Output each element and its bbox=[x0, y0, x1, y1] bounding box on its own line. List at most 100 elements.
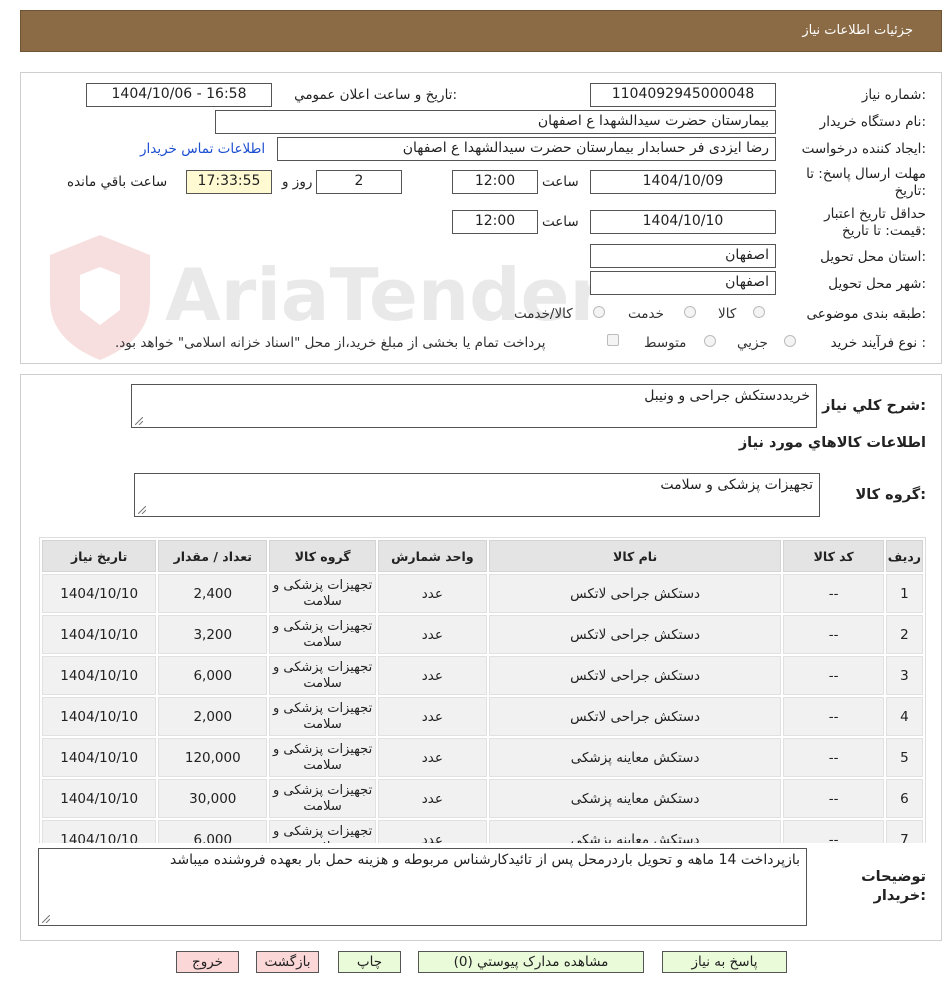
row-number-cell: 5 bbox=[885, 738, 923, 777]
need-date-cell: 1404/10/10 bbox=[42, 615, 157, 654]
summary-textarea[interactable]: خریددستکش جراحی و ونیبل bbox=[131, 384, 817, 428]
table-row: 6 -- دستکش معاینه پزشکی عدد تجهیزات پزشکی و … bbox=[42, 779, 923, 818]
requester-label: ایجاد کننده درخواست: bbox=[801, 141, 926, 157]
col-date-header: تاریخ نیاز bbox=[42, 540, 157, 572]
group-cell: تجهیزات پزشکی و سلامت bbox=[269, 738, 376, 777]
group-cell: تجهیزات پزشکی و سلامت bbox=[269, 574, 376, 613]
buyer-notes-text: بازپرداخت 14 ماهه و تحویل باردرمحل پس از… bbox=[170, 852, 800, 868]
goods-group-text: تجهیزات پزشکی و سلامت bbox=[660, 477, 813, 493]
group-cell: تجهیزات پزشکی و سلامت bbox=[269, 656, 376, 695]
col-code-header: کد کالا bbox=[783, 540, 884, 572]
page-header: جزئیات اطلاعات نیاز bbox=[20, 10, 942, 52]
buyer-notes-textarea[interactable]: بازپرداخت 14 ماهه و تحویل باردرمحل پس از… bbox=[38, 848, 807, 926]
need-number-label: شماره نیاز: bbox=[861, 87, 926, 103]
deadline-days-label: روز و bbox=[282, 174, 313, 190]
unit-cell: عدد bbox=[377, 697, 487, 736]
need-date-cell: 1404/10/10 bbox=[42, 574, 157, 613]
need-date-cell: 1404/10/10 bbox=[42, 656, 157, 695]
province-field: اصفهان bbox=[590, 244, 776, 268]
back-button[interactable]: بازگشت bbox=[256, 951, 319, 973]
unit-cell: عدد bbox=[377, 615, 487, 654]
quantity-cell: 3,200 bbox=[158, 615, 268, 654]
item-code-cell: -- bbox=[783, 697, 884, 736]
buyer-contact-link[interactable]: اطلاعات تماس خریدار bbox=[140, 141, 265, 157]
buyer-org-label: نام دستگاه خریدار: bbox=[819, 114, 926, 130]
quantity-cell: 2,000 bbox=[158, 697, 268, 736]
unit-cell: عدد bbox=[377, 779, 487, 818]
buyer-org-field: بیمارستان حضرت سیدالشهدا ع اصفهان bbox=[215, 110, 776, 134]
row-number-cell: 6 bbox=[885, 779, 923, 818]
category-label: طبقه بندی موضوعی: bbox=[806, 306, 926, 322]
row-number-cell: 3 bbox=[885, 656, 923, 695]
requester-field: رضا ایزدی فر حسابدار بیمارستان حضرت سیدا… bbox=[277, 137, 776, 161]
row-number-cell: 4 bbox=[885, 697, 923, 736]
goods-group-textarea[interactable]: تجهیزات پزشکی و سلامت bbox=[134, 473, 820, 517]
table-row: 2 -- دستکش جراحی لاتکس عدد تجهیزات پزشکی و س… bbox=[42, 615, 923, 654]
table-row: 1 -- دستکش جراحی لاتکس عدد تجهیزات پزشکی و س… bbox=[42, 574, 923, 613]
item-code-cell: -- bbox=[783, 738, 884, 777]
item-name-cell: دستکش معاینه پزشکی bbox=[488, 779, 782, 818]
validity-label: حداقل تاریخ اعتبار قیمت: تا تاریخ: bbox=[824, 206, 926, 239]
items-table: ردیف کد کالا نام کالا واحد شمارش گروه کا… bbox=[39, 537, 926, 862]
items-table-body: 1 -- دستکش جراحی لاتکس عدد تجهیزات پزشکی و س… bbox=[42, 574, 923, 859]
validity-time-label: ساعت bbox=[542, 214, 579, 230]
quantity-cell: 120,000 bbox=[158, 738, 268, 777]
category-service-label: خدمت bbox=[628, 306, 664, 322]
need-date-cell: 1404/10/10 bbox=[42, 697, 157, 736]
view-attachments-button[interactable]: مشاهده مدارک پیوستي (0) bbox=[418, 951, 644, 973]
treasury-payment-label: پرداخت تمام یا بخشی از مبلغ خرید،از محل … bbox=[115, 335, 546, 351]
row-number-cell: 2 bbox=[885, 615, 923, 654]
quantity-cell: 6,000 bbox=[158, 656, 268, 695]
reply-button[interactable]: پاسخ به نیاز bbox=[662, 951, 787, 973]
category-goods-service-radio[interactable] bbox=[593, 306, 605, 318]
deadline-time-label: ساعت bbox=[542, 174, 579, 190]
item-name-cell: دستکش جراحی لاتکس bbox=[488, 615, 782, 654]
need-date-cell: 1404/10/10 bbox=[42, 738, 157, 777]
process-label: نوع فرآیند خرید : bbox=[830, 335, 926, 351]
category-service-radio[interactable] bbox=[684, 306, 696, 318]
col-group-header: گروه کالا bbox=[269, 540, 376, 572]
group-cell: تجهیزات پزشکی و سلامت bbox=[269, 697, 376, 736]
item-code-cell: -- bbox=[783, 615, 884, 654]
item-name-cell: دستکش جراحی لاتکس bbox=[488, 697, 782, 736]
item-name-cell: دستکش جراحی لاتکس bbox=[488, 574, 782, 613]
announce-datetime-field: 1404/10/06 - 16:58 bbox=[86, 83, 272, 107]
city-label: شهر محل تحویل: bbox=[828, 276, 926, 292]
validity-date-field: 1404/10/10 bbox=[590, 210, 776, 234]
deadline-time-field: 12:00 bbox=[452, 170, 538, 194]
col-qty-header: تعداد / مقدار bbox=[158, 540, 268, 572]
resize-grip-icon[interactable] bbox=[42, 915, 50, 923]
print-button[interactable]: چاپ bbox=[338, 951, 401, 973]
unit-cell: عدد bbox=[377, 574, 487, 613]
table-row: 5 -- دستکش معاینه پزشکی عدد تجهیزات پزشکی و … bbox=[42, 738, 923, 777]
category-goods-label: کالا bbox=[718, 306, 737, 322]
resize-grip-icon[interactable] bbox=[138, 506, 146, 514]
table-row: 4 -- دستکش جراحی لاتکس عدد تجهیزات پزشکی و س… bbox=[42, 697, 923, 736]
process-medium-radio[interactable] bbox=[704, 335, 716, 347]
category-goods-radio[interactable] bbox=[753, 306, 765, 318]
item-name-cell: دستکش معاینه پزشکی bbox=[488, 738, 782, 777]
process-minor-radio[interactable] bbox=[784, 335, 796, 347]
resize-grip-icon[interactable] bbox=[135, 417, 143, 425]
table-row: 3 -- دستکش جراحی لاتکس عدد تجهیزات پزشکی و س… bbox=[42, 656, 923, 695]
remaining-time-field: 17:33:55 bbox=[186, 170, 272, 194]
treasury-payment-checkbox[interactable] bbox=[607, 334, 619, 346]
item-code-cell: -- bbox=[783, 574, 884, 613]
remaining-time-label: ساعت باقي مانده bbox=[67, 174, 168, 190]
col-name-header: نام کالا bbox=[488, 540, 782, 572]
item-code-cell: -- bbox=[783, 656, 884, 695]
item-name-cell: دستکش جراحی لاتکس bbox=[488, 656, 782, 695]
province-label: استان محل تحویل: bbox=[820, 249, 926, 265]
group-cell: تجهیزات پزشکی و سلامت bbox=[269, 779, 376, 818]
summary-text: خریددستکش جراحی و ونیبل bbox=[644, 388, 810, 404]
quantity-cell: 30,000 bbox=[158, 779, 268, 818]
row-number-cell: 1 bbox=[885, 574, 923, 613]
exit-button[interactable]: خروج bbox=[176, 951, 239, 973]
col-row-header: ردیف bbox=[885, 540, 923, 572]
need-number-field: 1104092945000048 bbox=[590, 83, 776, 107]
goods-group-label: گروه کالا: bbox=[855, 487, 926, 503]
table-header-row: ردیف کد کالا نام کالا واحد شمارش گروه کا… bbox=[42, 540, 923, 572]
announce-datetime-label: تاریخ و ساعت اعلان عمومي: bbox=[294, 87, 457, 103]
deadline-label: مهلت ارسال پاسخ: تا تاریخ: bbox=[806, 166, 926, 199]
buyer-notes-label: توضیحات خریدار: bbox=[861, 869, 926, 904]
